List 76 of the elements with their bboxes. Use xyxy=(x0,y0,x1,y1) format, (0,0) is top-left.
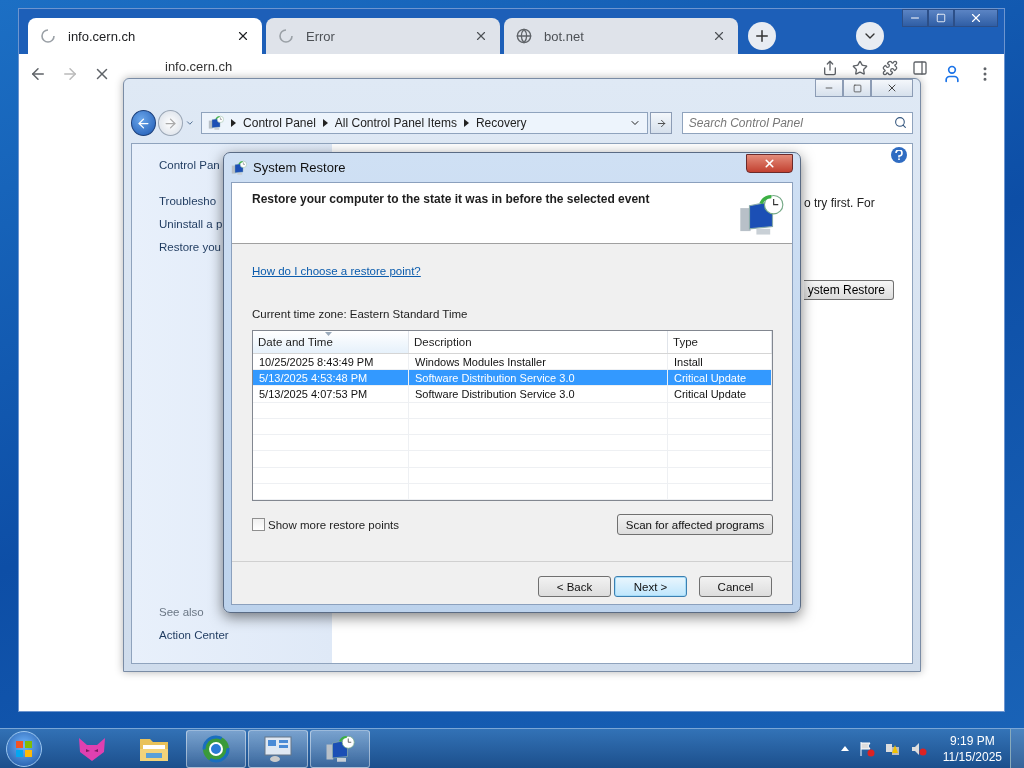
browser-icon xyxy=(201,733,231,764)
table-cell[interactable]: Software Distribution Service 3.0 xyxy=(409,386,668,402)
cat-icon xyxy=(77,735,107,762)
start-button[interactable] xyxy=(6,730,42,767)
table-cell[interactable]: Install xyxy=(668,353,772,370)
close-icon xyxy=(763,157,776,170)
dialog-heading: Restore your computer to the state it was in before the selected event xyxy=(252,192,651,208)
separator-icon xyxy=(322,119,328,127)
address-text[interactable]: info.cern.ch xyxy=(165,58,233,74)
show-more-checkbox[interactable]: Show more restore points xyxy=(252,518,617,531)
control-panel-icon xyxy=(263,734,293,763)
taskbar-app[interactable] xyxy=(186,729,246,768)
system-restore-icon xyxy=(738,192,784,238)
control-panel-icon xyxy=(208,115,225,131)
new-tab-button[interactable] xyxy=(748,22,776,50)
sort-icon xyxy=(325,332,332,336)
plus-icon xyxy=(753,27,771,45)
help-icon[interactable] xyxy=(891,147,907,163)
close-icon[interactable] xyxy=(474,29,488,43)
search-field[interactable]: Search Control Panel xyxy=(681,112,913,134)
share-icon[interactable] xyxy=(822,60,838,76)
scan-button[interactable]: Scan for affected programs xyxy=(617,514,773,535)
system-restore-icon xyxy=(325,733,355,764)
separator-icon xyxy=(231,119,237,127)
help-link[interactable]: How do I choose a restore point? xyxy=(252,265,421,277)
maximize-button[interactable] xyxy=(928,9,954,27)
sidebar-link[interactable]: Action Center xyxy=(159,627,332,643)
dialog-button[interactable]: Next > xyxy=(614,576,687,597)
globe-icon xyxy=(516,28,532,44)
tray-expand-icon[interactable] xyxy=(840,746,849,751)
close-button[interactable] xyxy=(954,9,998,27)
windows-logo-icon xyxy=(15,739,33,758)
profile-icon[interactable] xyxy=(942,64,962,84)
close-icon[interactable] xyxy=(236,29,250,43)
close-icon xyxy=(969,11,983,25)
system-restore-icon xyxy=(231,159,247,176)
browser-tab[interactable]: Error xyxy=(266,18,500,54)
browser-tab[interactable]: info.cern.ch xyxy=(28,18,262,54)
close-icon xyxy=(886,82,898,94)
address-bar[interactable]: Control Panel All Control Panel Items Recovery xyxy=(201,112,649,134)
maximize-icon xyxy=(936,13,946,23)
maximize-button[interactable] xyxy=(843,79,871,97)
dialog-button[interactable]: < Back xyxy=(538,576,611,597)
clock[interactable]: 9:19 PM 11/15/2025 xyxy=(942,732,1002,765)
description-text: o try first. For xyxy=(804,196,876,210)
refresh-button[interactable] xyxy=(650,112,672,134)
close-button[interactable] xyxy=(746,154,793,173)
browser-tab[interactable]: bot.net xyxy=(504,18,738,54)
taskbar-app[interactable] xyxy=(310,729,370,768)
table-cell[interactable]: 10/25/2025 8:43:49 PM xyxy=(253,353,409,370)
star-icon[interactable] xyxy=(852,60,868,76)
tab-search-button[interactable] xyxy=(856,22,884,50)
separator-icon xyxy=(463,119,469,127)
flag-icon[interactable] xyxy=(858,740,875,757)
forward-icon xyxy=(163,115,179,131)
taskbar-app[interactable] xyxy=(248,729,308,768)
back-button[interactable] xyxy=(131,110,157,136)
timezone-label: Current time zone: Eastern Standard Time xyxy=(252,308,469,320)
system-restore-button[interactable]: ystem Restore xyxy=(804,280,894,300)
side-panel-icon[interactable] xyxy=(912,60,928,76)
maximize-icon xyxy=(852,83,862,93)
search-icon xyxy=(894,116,907,129)
loading-icon xyxy=(40,28,56,44)
extensions-icon[interactable] xyxy=(882,60,898,76)
minimize-button[interactable] xyxy=(902,9,928,27)
back-icon[interactable] xyxy=(29,65,47,83)
see-also-heading: See also xyxy=(159,605,205,620)
dialog-button[interactable]: Cancel xyxy=(699,576,772,597)
table-cell[interactable]: Critical Update xyxy=(668,386,772,402)
column-header[interactable]: Date and Time xyxy=(253,331,409,353)
table-cell[interactable]: 5/13/2025 4:07:53 PM xyxy=(253,386,409,402)
loading-icon xyxy=(278,28,294,44)
close-icon[interactable] xyxy=(712,29,726,43)
table-cell[interactable]: Windows Modules Installer xyxy=(409,353,668,370)
back-icon xyxy=(136,115,152,131)
window-title: System Restore xyxy=(253,160,347,175)
